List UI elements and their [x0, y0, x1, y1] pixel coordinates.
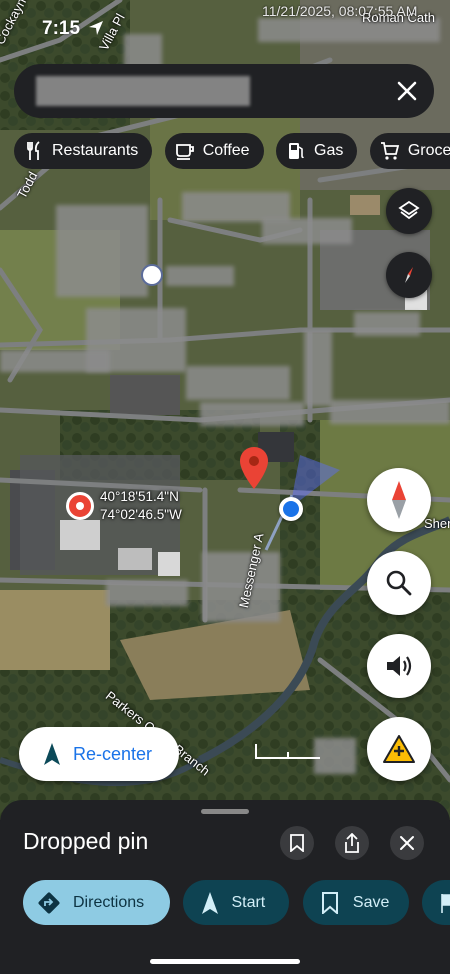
home-indicator[interactable] [150, 959, 300, 964]
start-label: Start [231, 893, 266, 911]
navigation-arrow-icon [44, 743, 60, 765]
chip-restaurants[interactable]: Restaurants [14, 133, 153, 169]
status-time: 7:15 [42, 18, 81, 39]
search-bar[interactable] [14, 64, 434, 118]
layers-icon [398, 200, 420, 220]
navigation-compass-button[interactable] [367, 468, 431, 532]
compass-needle-icon [392, 481, 406, 519]
layers-button[interactable] [386, 188, 432, 234]
location-arrow-icon [89, 21, 103, 35]
navigation-arrow-icon [202, 891, 219, 914]
label-button[interactable] [422, 880, 450, 925]
close-icon [400, 836, 414, 850]
chip-coffee[interactable]: Coffee [164, 133, 264, 169]
directions-icon [38, 892, 60, 913]
fork-knife-icon [27, 141, 40, 160]
flag-icon [441, 893, 450, 913]
save-bookmark-button[interactable] [280, 826, 314, 860]
coffee-cup-icon [175, 144, 194, 160]
recenter-label: Re-center [73, 743, 153, 764]
report-incident-icon [383, 735, 415, 763]
pin-longitude: 74°02'46.5"W [100, 507, 182, 522]
bookmark-icon [290, 834, 304, 852]
chip-gas[interactable]: Gas [276, 133, 358, 169]
chip-label: Groceries [407, 142, 450, 159]
chip-groceries[interactable]: Groceries [369, 133, 450, 169]
action-buttons: Directions Start Save [23, 880, 450, 926]
chip-label: Coffee [202, 142, 250, 159]
directions-button[interactable]: Directions [23, 880, 170, 925]
compass-button[interactable] [386, 252, 432, 298]
close-icon[interactable] [394, 78, 420, 104]
chip-label: Restaurants [52, 142, 139, 159]
timestamp-overlay: 11/21/2025, 08:07:55 AM [262, 3, 418, 19]
compass-icon [405, 267, 413, 283]
speaker-icon [387, 656, 412, 676]
street-label-sher: Sher [424, 516, 450, 531]
start-button[interactable]: Start [183, 880, 290, 925]
satellite-map[interactable]: Cockayne Ct Villa Pl Todd Messenger A Pa… [0, 0, 450, 820]
save-label: Save [352, 893, 390, 911]
sheet-drag-handle[interactable] [201, 809, 249, 814]
pin-coordinates: 40°18'51.4"N 74°02'46.5"W [100, 488, 182, 524]
save-button[interactable]: Save [302, 880, 409, 925]
close-sheet-button[interactable] [390, 826, 424, 860]
bookmark-icon [321, 891, 338, 914]
report-incident-button[interactable] [367, 717, 431, 781]
poi-icon[interactable] [141, 264, 163, 286]
place-bottom-sheet[interactable]: Dropped pin Directions Start Save [0, 800, 450, 974]
pin-latitude: 40°18'51.4"N [100, 489, 179, 504]
search-icon [386, 570, 412, 596]
sheet-title: Dropped pin [23, 828, 149, 854]
dropped-pin-marker[interactable] [240, 447, 268, 489]
directions-label: Directions [73, 893, 145, 911]
coordinate-pin[interactable] [66, 492, 94, 520]
share-button[interactable] [335, 826, 369, 860]
scale-bar [255, 744, 320, 759]
recenter-button[interactable]: Re-center [19, 727, 179, 781]
chip-label: Gas [314, 142, 344, 159]
category-chips: Restaurants Coffee Gas Groceries [14, 133, 450, 171]
share-icon [345, 833, 359, 853]
search-along-route-button[interactable] [367, 551, 431, 615]
gas-pump-icon [289, 143, 304, 159]
current-location-dot [279, 497, 303, 521]
sound-button[interactable] [367, 634, 431, 698]
shopping-cart-icon [380, 142, 399, 160]
search-query-redacted [36, 76, 250, 106]
